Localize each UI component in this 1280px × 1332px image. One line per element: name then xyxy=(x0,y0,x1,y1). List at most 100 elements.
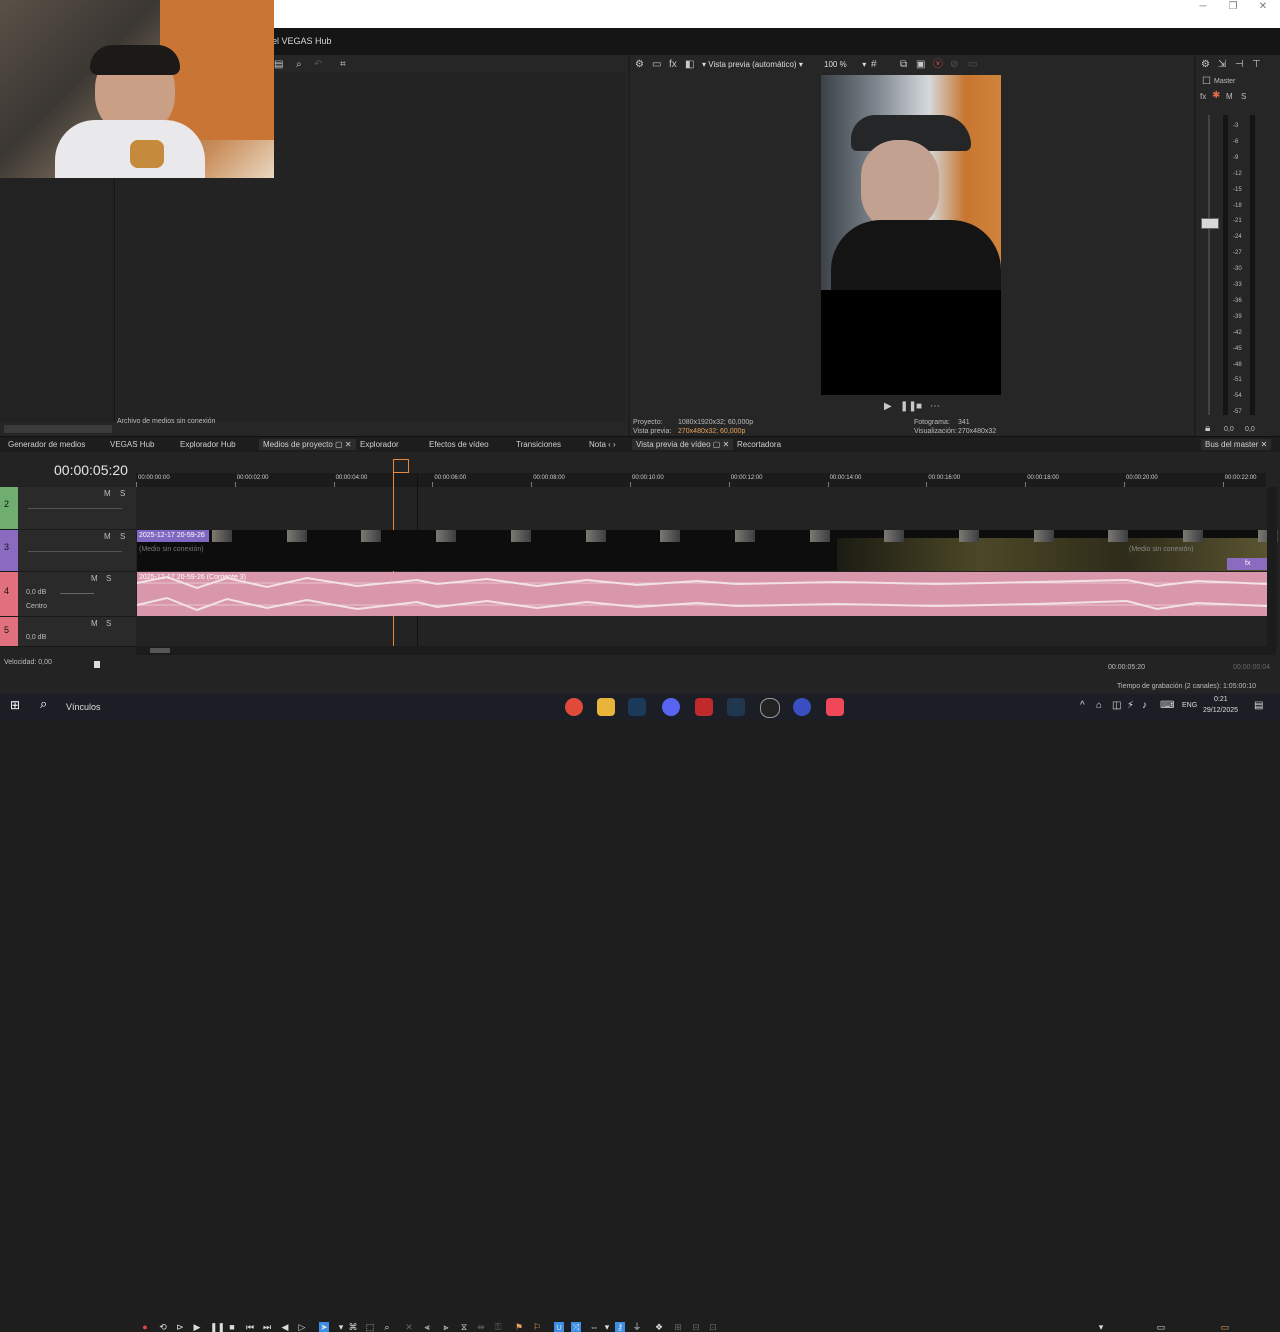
tray-chevron-icon[interactable]: ^ xyxy=(1080,701,1085,711)
timeline-ruler[interactable]: 00:00:00:00 00:00:02:00 00:00:04:00 00:00:0… xyxy=(136,473,1266,487)
record-button[interactable]: ● xyxy=(140,1322,150,1332)
language-indicator[interactable]: ENG xyxy=(1182,702,1197,709)
pause-icon[interactable]: ❚❚ xyxy=(900,402,917,412)
guides-icon[interactable]: ▭ xyxy=(968,60,977,70)
tab-vista-previa-video[interactable]: Vista previa de vídeo ▢ ✕ xyxy=(632,439,734,450)
velocidad-slider[interactable] xyxy=(94,661,100,668)
ripple-button[interactable]: ⇹ xyxy=(476,1322,486,1332)
clock-date[interactable]: 29/12/2025 xyxy=(1203,707,1238,714)
split-button[interactable]: ⧖ xyxy=(459,1322,469,1332)
prev-frame-button[interactable]: ◀ xyxy=(280,1322,290,1332)
lock-events-button[interactable]: ⚿ xyxy=(493,1322,503,1332)
track-3-level-slider[interactable] xyxy=(28,551,122,552)
tray-network-icon[interactable]: ⌂ xyxy=(1096,701,1102,711)
game-app-icon[interactable] xyxy=(695,698,713,716)
minimize-button[interactable]: ─ xyxy=(1186,0,1220,14)
snapping-button[interactable]: ∪ xyxy=(554,1322,564,1332)
preview-mode-select[interactable]: ▾ Vista previa (automático) ▾ xyxy=(702,60,803,69)
region-button[interactable]: ⚐ xyxy=(532,1322,542,1332)
master-settings-icon[interactable]: ⚙ xyxy=(1201,60,1210,70)
events-fx-button[interactable]: ❖ xyxy=(654,1322,664,1332)
select-events-button[interactable]: ⊡ xyxy=(708,1322,718,1332)
downmix-icon[interactable]: ⇲ xyxy=(1218,60,1226,70)
track-3-mute[interactable]: M xyxy=(104,532,111,541)
keyboard-icon[interactable]: ⌨ xyxy=(1160,701,1174,711)
undo-icon[interactable]: ↶ xyxy=(314,60,322,70)
dim-icon[interactable]: ⊣ xyxy=(1235,60,1244,70)
search-icon[interactable]: ⌕ xyxy=(296,60,302,70)
trim-end-button[interactable]: ⫸ xyxy=(441,1322,451,1332)
play-icon[interactable]: ▶ xyxy=(884,402,892,412)
track-2-level-slider[interactable] xyxy=(28,508,122,509)
volume-icon[interactable]: ♪ xyxy=(1142,701,1147,711)
media-scrollbar[interactable] xyxy=(4,425,112,433)
explorer-app-icon[interactable] xyxy=(597,698,615,716)
ungroup-button[interactable]: ⊟ xyxy=(691,1322,701,1332)
obs-app-icon[interactable] xyxy=(760,698,780,718)
tab-vegas-hub[interactable]: VEGAS Hub xyxy=(110,440,154,449)
search-taskbar-icon[interactable]: ⌕ xyxy=(40,697,47,710)
master-fx-chain-icon[interactable]: ✱ xyxy=(1212,91,1220,101)
master-mute[interactable]: M xyxy=(1226,92,1233,101)
notifications-icon[interactable]: ▤ xyxy=(1254,701,1263,711)
ripple-dropdown-icon[interactable]: ▾ xyxy=(602,1322,612,1332)
master-fx[interactable]: fx xyxy=(1200,92,1206,101)
settings-icon[interactable]: ⚙ xyxy=(635,60,644,70)
tab-transiciones[interactable]: Transiciones xyxy=(516,440,561,449)
delete-button[interactable]: ✕ xyxy=(404,1322,414,1332)
track-header-4[interactable]: 4 M S 0,0 dB Centro xyxy=(0,572,136,617)
tab-explorador[interactable]: Explorador xyxy=(360,440,399,449)
track-header-3[interactable]: 3 M S xyxy=(0,530,136,572)
next-frame-button[interactable]: ▷ xyxy=(297,1322,307,1332)
tab-efectos-video[interactable]: Efectos de vídeo xyxy=(429,440,489,449)
go-end-button[interactable]: ⏭︎ xyxy=(262,1322,272,1332)
master-checkbox[interactable]: ☐ xyxy=(1202,77,1211,87)
track-5-solo[interactable]: S xyxy=(106,619,111,628)
track-2-mute[interactable]: M xyxy=(104,489,111,498)
stop-button[interactable]: ■ xyxy=(227,1322,237,1332)
ripple-mode-button[interactable]: ⇔ xyxy=(589,1322,599,1332)
tab-medios-proyecto[interactable]: Medios de proyecto ▢ ✕ xyxy=(259,439,356,450)
track-header-2[interactable]: 2 M S xyxy=(0,487,136,530)
music-app-icon[interactable] xyxy=(826,698,844,716)
steam-app-icon[interactable] xyxy=(628,698,646,716)
stop-icon[interactable]: ■ xyxy=(916,402,922,412)
vegas-app-icon[interactable] xyxy=(793,698,811,716)
group-button[interactable]: ⊞ xyxy=(673,1322,683,1332)
tag-icon[interactable]: ⌗ xyxy=(340,60,346,70)
lock-envelopes-button[interactable]: ⚷ xyxy=(615,1322,625,1332)
overlay-icon[interactable]: ⊘ xyxy=(950,60,958,70)
zoom-select[interactable]: 100 % ▾ xyxy=(824,60,866,69)
save-snapshot-icon[interactable]: ▣ xyxy=(916,60,925,70)
track-4-solo[interactable]: S xyxy=(106,574,111,583)
pause-button[interactable]: ❚❚ xyxy=(210,1322,225,1332)
clock-time[interactable]: 0:21 xyxy=(1214,696,1228,703)
track-4-mute[interactable]: M xyxy=(91,574,98,583)
copy-frame-icon[interactable]: ⧉ xyxy=(900,60,907,70)
selection-tool[interactable]: ⬚ xyxy=(365,1322,375,1332)
play-from-start-button[interactable]: ⊳ xyxy=(175,1322,185,1332)
fx-icon[interactable]: fx xyxy=(669,60,677,70)
track-5-mute[interactable]: M xyxy=(91,619,98,628)
tab-explorador-hub[interactable]: Explorador Hub xyxy=(180,440,236,449)
lock-icon[interactable]: 🔒︎ xyxy=(1205,424,1210,434)
timeline-horizontal-scrollbar[interactable] xyxy=(136,646,1276,655)
auto-crossfade-button[interactable]: ⤨ xyxy=(571,1322,581,1332)
close-button[interactable]: ✕ xyxy=(1246,0,1280,14)
split-icon[interactable]: ◧ xyxy=(685,60,694,70)
marker-button[interactable]: ⚑ xyxy=(514,1322,524,1332)
discord-app-icon[interactable] xyxy=(662,698,680,716)
tray-bluetooth-icon[interactable]: ⚡︎ xyxy=(1127,701,1134,711)
taskbar-links-label[interactable]: Vínculos xyxy=(66,702,101,712)
chrome-app-icon[interactable] xyxy=(565,698,583,716)
go-start-button[interactable]: ⏮︎ xyxy=(245,1322,255,1332)
zoom-tool[interactable]: ⌕ xyxy=(382,1322,392,1332)
windows-start-icon[interactable]: ⊞ xyxy=(10,699,20,711)
trim-start-button[interactable]: ⫷ xyxy=(422,1322,432,1332)
master-fader[interactable] xyxy=(1201,218,1219,229)
master-solo[interactable]: S xyxy=(1241,92,1246,101)
play-button[interactable]: ▶ xyxy=(192,1322,202,1332)
timeline-scroll-thumb[interactable] xyxy=(150,648,170,653)
clip-fx-badge[interactable]: fx xyxy=(1227,558,1267,570)
tab-recortadora[interactable]: Recortadora xyxy=(737,440,781,449)
